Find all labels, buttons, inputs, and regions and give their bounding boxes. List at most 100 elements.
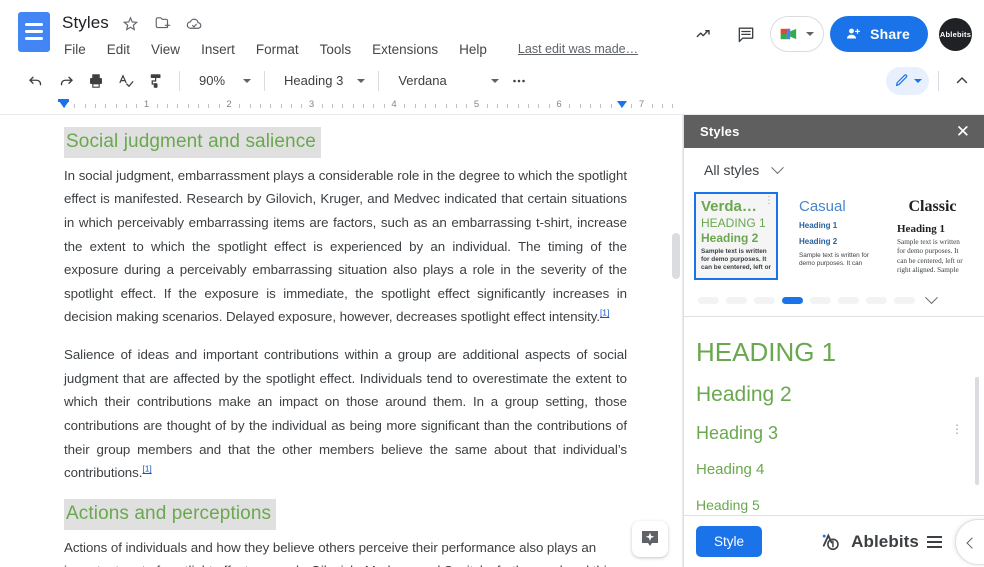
more-options-icon[interactable] xyxy=(505,67,533,95)
pagination-dot[interactable] xyxy=(866,296,887,304)
menu-item-tools[interactable]: Tools xyxy=(318,41,354,58)
menu-bar: File Edit View Insert Format Tools Exten… xyxy=(62,38,686,60)
menu-item-help[interactable]: Help xyxy=(457,41,489,58)
share-button[interactable]: Share xyxy=(830,16,928,52)
pagination-dot[interactable] xyxy=(810,296,831,304)
print-icon[interactable] xyxy=(82,67,110,95)
pagination-dot[interactable] xyxy=(782,296,803,304)
menu-item-extensions[interactable]: Extensions xyxy=(370,41,440,58)
undo-icon[interactable] xyxy=(22,67,50,95)
card-more-icon[interactable]: ⋮ xyxy=(764,196,774,206)
menu-item-insert[interactable]: Insert xyxy=(199,41,237,58)
menu-item-file[interactable]: File xyxy=(62,41,88,58)
avatar[interactable]: Ablebits xyxy=(939,17,972,51)
style-card-casual[interactable]: Casual Heading 1 Heading 2 Sample text is w… xyxy=(792,192,876,280)
citation-link[interactable]: [1] xyxy=(600,308,609,318)
ruler-tick xyxy=(466,104,468,108)
ruler-tick xyxy=(414,104,416,108)
apply-style-button[interactable]: Style xyxy=(696,526,763,557)
all-styles-dropdown[interactable]: All styles xyxy=(704,160,785,178)
ruler-tick xyxy=(167,104,169,108)
heading-row-1[interactable]: HEADING 1 xyxy=(696,333,984,372)
activity-trend-icon[interactable] xyxy=(686,16,722,52)
panel-footer: Style Ablebits xyxy=(684,515,984,567)
ruler-tick xyxy=(177,104,179,108)
chevron-down-icon xyxy=(771,160,785,174)
style-card-body: Sample text is written for demo purposes… xyxy=(897,238,963,275)
ruler-tick xyxy=(507,104,509,108)
google-docs-window: Styles File Edit View Insert Format Tool… xyxy=(0,0,984,567)
cloud-saved-icon[interactable] xyxy=(185,13,205,33)
ruler-tick xyxy=(218,104,220,108)
star-icon[interactable] xyxy=(121,13,141,33)
last-edit-link[interactable]: Last edit was made… xyxy=(518,42,638,56)
heading-row-5[interactable]: Heading 5 xyxy=(696,481,984,515)
editing-mode-button[interactable] xyxy=(886,66,929,95)
ruler-tick xyxy=(455,104,457,108)
ruler-tick xyxy=(301,104,303,108)
ruler-tick xyxy=(136,104,138,108)
first-line-indent-marker[interactable] xyxy=(58,99,69,102)
zoom-selector[interactable]: 90% xyxy=(189,70,255,91)
move-to-folder-icon[interactable] xyxy=(153,13,173,33)
pagination-dot[interactable] xyxy=(838,296,859,304)
pagination-dot[interactable] xyxy=(894,296,915,304)
heading-row-4[interactable]: Heading 4 xyxy=(696,447,984,482)
close-icon[interactable]: ✕ xyxy=(956,123,970,140)
explore-sparkle-icon[interactable] xyxy=(632,521,668,557)
heading-row-2[interactable]: Heading 2 xyxy=(696,372,984,411)
citation-link[interactable]: [1] xyxy=(142,464,151,474)
pagination-dot[interactable] xyxy=(754,296,775,304)
panel-title: Styles xyxy=(700,124,740,139)
ruler-tick xyxy=(548,104,550,108)
ruler-tick xyxy=(497,104,499,108)
paragraph-style-value: Heading 3 xyxy=(284,73,344,88)
menu-item-edit[interactable]: Edit xyxy=(105,41,132,58)
toolbar: 90% Heading 3 Verdana xyxy=(0,64,984,97)
ruler-number: 5 xyxy=(473,99,480,110)
redo-icon[interactable] xyxy=(52,67,80,95)
pen-icon xyxy=(895,74,908,87)
ruler-tick xyxy=(435,104,437,108)
panel-scrollbar[interactable] xyxy=(975,377,979,485)
right-indent-marker[interactable] xyxy=(617,101,627,108)
comment-icon[interactable] xyxy=(728,16,764,52)
ruler-tick xyxy=(538,104,540,108)
ruler-number: 2 xyxy=(226,99,232,110)
style-card-body: Sample text is written for demo purposes… xyxy=(799,252,869,267)
collapse-panel-icon[interactable] xyxy=(955,518,984,565)
document-heading: Actions and perceptions xyxy=(64,499,277,530)
ruler-tick xyxy=(579,104,581,108)
heading-row-label: Heading 3 xyxy=(696,422,779,443)
font-selector[interactable]: Verdana xyxy=(388,70,502,91)
paint-format-icon[interactable] xyxy=(142,67,170,95)
pagination-dot[interactable] xyxy=(698,296,719,304)
style-card-body: Sample text is written for demo purposes… xyxy=(701,248,771,271)
top-bar: Styles File Edit View Insert Format Tool… xyxy=(0,0,984,64)
chevron-down-icon xyxy=(806,32,815,36)
document-title[interactable]: Styles xyxy=(62,13,109,33)
hamburger-menu-icon[interactable] xyxy=(927,535,942,548)
ruler-number: 3 xyxy=(308,99,315,110)
ruler[interactable]: 1 2 3 4 5 6 7 xyxy=(0,97,984,115)
style-card-classic[interactable]: Classic Heading 1 Sample text is written f… xyxy=(890,192,974,280)
chevron-down-icon xyxy=(490,78,499,83)
menu-item-format[interactable]: Format xyxy=(254,41,301,58)
heading-row-3[interactable]: Heading 3 ⋮ xyxy=(696,411,984,447)
pagination-dot[interactable] xyxy=(726,296,747,304)
all-styles-label: All styles xyxy=(704,162,760,178)
left-indent-marker[interactable] xyxy=(59,101,69,108)
ruler-tick xyxy=(208,104,210,108)
spellcheck-icon[interactable] xyxy=(112,67,140,95)
collapse-toolbar-icon[interactable] xyxy=(948,67,976,95)
document-page[interactable]: Social judgment and salience In social ju… xyxy=(0,115,683,567)
google-meet-button[interactable] xyxy=(770,16,825,52)
paragraph-style-selector[interactable]: Heading 3 xyxy=(274,70,369,91)
chevron-down-icon[interactable] xyxy=(925,290,938,304)
style-card-verda[interactable]: ⋮ Verda… HEADING 1 Heading 2 Sample text is … xyxy=(694,192,778,280)
heading-more-icon[interactable]: ⋮ xyxy=(951,423,963,435)
ruler-tick xyxy=(352,104,354,108)
document-scrollbar[interactable] xyxy=(672,233,680,279)
menu-item-view[interactable]: View xyxy=(149,41,182,58)
ruler-tick xyxy=(156,104,158,108)
